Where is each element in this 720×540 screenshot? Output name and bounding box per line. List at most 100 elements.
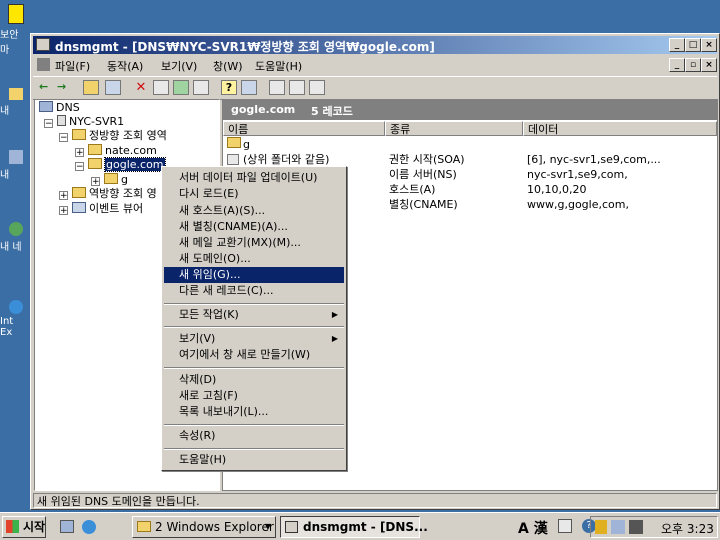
tree-node-event-viewer[interactable]: 이벤트 뷰어 — [72, 202, 143, 216]
system-tray: 오후 3:23 — [590, 516, 718, 538]
refresh-icon[interactable] — [173, 80, 189, 95]
properties-icon[interactable] — [153, 80, 169, 95]
submenu-arrow-icon: ▶ — [331, 310, 338, 319]
menu-item-new-host[interactable]: 새 호스트(A)(S)... — [164, 203, 344, 219]
desktop-icon-security[interactable]: 보안 마 — [0, 4, 32, 56]
desktop-icon-documents[interactable]: 내 — [0, 88, 32, 117]
column-header-name[interactable]: 이름 — [223, 121, 385, 136]
expand-icon[interactable]: + — [59, 206, 68, 216]
expand-icon[interactable]: + — [75, 148, 84, 158]
back-icon[interactable]: ← — [39, 80, 55, 95]
menu-view[interactable]: 보기(V) — [161, 58, 197, 74]
taskbar-button-dnsmgmt[interactable]: dnsmgmt - [DNS... — [280, 516, 428, 538]
desktop-icon-network[interactable]: 내 네 — [0, 222, 32, 253]
up-folder-icon[interactable] — [83, 80, 99, 95]
forward-icon[interactable]: → — [57, 80, 73, 95]
tree-node-server[interactable]: NYC-SVR1 — [57, 115, 124, 129]
menu-item-new-delegation[interactable]: 새 위임(G)... — [164, 267, 344, 283]
tree-node-forward-zones[interactable]: 정방향 조회 영역 — [72, 129, 167, 143]
record-data: 10,10,0,20 — [527, 183, 587, 196]
menu-item-reload[interactable]: 다시 로드(E) — [164, 186, 344, 202]
title-bar[interactable]: dnsmgmt - [DNS₩NYC-SVR1₩정방향 조회 영역₩gogle.… — [33, 36, 717, 54]
help-icon[interactable]: ? — [221, 80, 237, 95]
column-header-type[interactable]: 종류 — [385, 121, 523, 136]
mmc-app-icon[interactable] — [36, 38, 50, 51]
collapse-icon[interactable]: − — [75, 162, 84, 172]
record-icon — [227, 154, 239, 165]
menu-item-update-server-data-file[interactable]: 서버 데이터 파일 업데이트(U) — [164, 170, 344, 186]
list-icon[interactable] — [289, 80, 305, 95]
toolbar: ← → ✕ ? — [33, 76, 717, 100]
menu-item-new-mail-exchanger[interactable]: 새 메일 교환기(MX)(M)... — [164, 235, 344, 251]
table-row[interactable]: (상위 폴더와 같음) 권한 시작(SOA) [6], nyc-svr1,se9… — [223, 152, 717, 167]
window-title: dnsmgmt - [DNS₩NYC-SVR1₩정방향 조회 영역₩gogle.… — [55, 40, 435, 54]
table-row[interactable]: g — [223, 137, 717, 152]
menu-item-refresh[interactable]: 새로 고침(F) — [164, 388, 344, 404]
tree-node-g[interactable]: g — [104, 173, 128, 187]
collapse-icon[interactable]: − — [59, 133, 68, 143]
tree-label: 역방향 조회 영 — [89, 187, 157, 200]
desktop-icon-ie[interactable]: Int Ex — [0, 300, 32, 338]
child-close-button[interactable]: × — [701, 58, 717, 72]
computer-icon — [9, 150, 23, 164]
menu-item-help[interactable]: 도움말(H) — [164, 452, 344, 468]
start-button[interactable]: 시작 — [2, 516, 46, 538]
menu-item-other-new-records[interactable]: 다른 새 레코드(C)... — [164, 283, 344, 299]
desktop-icon-computer[interactable]: 내 — [0, 150, 32, 181]
menu-file[interactable]: 파일(F) — [55, 58, 90, 74]
collapse-icon[interactable]: − — [44, 119, 53, 129]
show-hide-tree-icon[interactable] — [105, 80, 121, 95]
tree-label: DNS — [56, 101, 80, 114]
tree-label: gogle.com — [104, 157, 166, 172]
minimize-button[interactable]: _ — [669, 38, 685, 52]
desktop-icon-label: 내 — [0, 170, 10, 181]
quicklaunch-desktop-icon[interactable] — [60, 520, 74, 533]
zone-icon — [88, 144, 102, 155]
menu-item-new-alias[interactable]: 새 별칭(CNAME)(A)... — [164, 219, 344, 235]
tree-node-gogle-com[interactable]: gogle.com — [88, 157, 166, 172]
security-shield-icon[interactable] — [595, 520, 607, 534]
menu-separator — [164, 303, 344, 305]
language-indicator[interactable]: A 漢 — [518, 518, 548, 538]
menu-item-delete[interactable]: 삭제(D) — [164, 372, 344, 388]
menu-item-properties[interactable]: 속성(R) — [164, 428, 344, 444]
menu-separator — [164, 424, 344, 426]
copy-icon[interactable] — [309, 80, 325, 95]
ime-pad-icon[interactable] — [558, 519, 572, 533]
column-header-data[interactable]: 데이터 — [523, 121, 717, 136]
status-text: 새 위임된 DNS 도메인을 만듭니다. — [33, 493, 717, 508]
network-tray-icon[interactable] — [611, 520, 625, 534]
tree-node-nate-com[interactable]: nate.com — [88, 144, 157, 158]
menu-action[interactable]: 동작(A) — [107, 58, 143, 74]
tree-node-reverse-zones[interactable]: 역방향 조회 영 — [72, 187, 157, 201]
record-type: 호스트(A) — [389, 183, 436, 196]
taskbar-button-explorer[interactable]: 2 Windows Explorer ▼ — [132, 516, 276, 538]
export-list-icon[interactable] — [193, 80, 209, 95]
menu-item-new-window-from-here[interactable]: 여기에서 창 새로 만들기(W) — [164, 347, 344, 363]
menu-separator — [164, 448, 344, 450]
menu-window[interactable]: 창(W) — [213, 58, 243, 74]
tree-node-dns[interactable]: DNS — [39, 101, 80, 115]
ie-icon — [9, 300, 23, 314]
child-minimize-button[interactable]: _ — [669, 58, 685, 72]
clock[interactable]: 오후 3:23 — [661, 520, 714, 537]
tray-app-icon[interactable] — [629, 520, 643, 534]
menu-separator — [164, 367, 344, 369]
child-restore-button[interactable]: ▫ — [685, 58, 701, 72]
expand-icon[interactable]: + — [59, 191, 68, 201]
submenu-arrow-icon: ▶ — [331, 334, 338, 343]
record-type: 권한 시작(SOA) — [389, 153, 465, 166]
close-button[interactable]: × — [701, 38, 717, 52]
delete-icon[interactable]: ✕ — [133, 80, 149, 95]
menu-help[interactable]: 도움말(H) — [255, 58, 302, 74]
expand-icon[interactable]: + — [91, 177, 100, 187]
quicklaunch-ie-icon[interactable] — [82, 520, 96, 534]
maximize-button[interactable]: □ — [685, 38, 701, 52]
menu-item-all-tasks[interactable]: 모든 작업(K) ▶ — [164, 307, 344, 323]
server-icon[interactable] — [269, 80, 285, 95]
menu-item-export-list[interactable]: 목록 내보내기(L)... — [164, 404, 344, 420]
console-icon[interactable] — [241, 80, 257, 95]
question-icon — [8, 4, 24, 24]
menu-item-view[interactable]: 보기(V) ▶ — [164, 331, 344, 347]
menu-item-new-domain[interactable]: 새 도메인(O)... — [164, 251, 344, 267]
